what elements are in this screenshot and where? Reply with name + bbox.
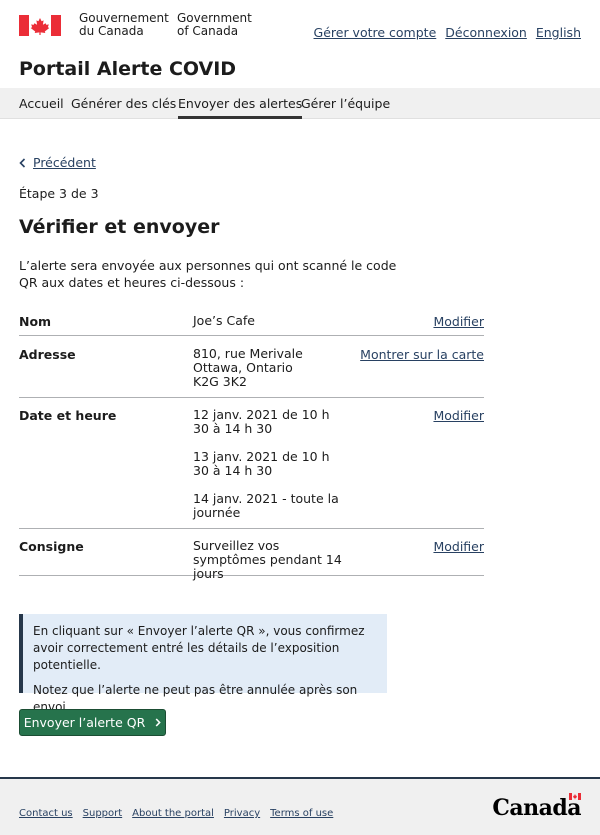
nav-item-generate-keys[interactable]: Générer des clés bbox=[71, 96, 176, 111]
app-title: Portail Alerte COVID bbox=[19, 58, 237, 80]
summary-row-instruction: Consigne Surveillez vos symptômes pendan… bbox=[19, 532, 484, 581]
summary-value: Joe’s Cafe bbox=[193, 313, 255, 328]
summary-value: 810, rue Merivale Ottawa, Ontario K2G 3K… bbox=[193, 346, 303, 389]
chevron-right-icon bbox=[155, 718, 161, 727]
gov-name-english: Government of Canada bbox=[177, 11, 252, 38]
summary-key: Nom bbox=[19, 314, 52, 329]
step-indicator: Étape 3 de 3 bbox=[19, 186, 99, 201]
send-qr-alert-button[interactable]: Envoyer l’alerte QR bbox=[19, 709, 166, 736]
summary-row-address: Adresse 810, rue Merivale Ottawa, Ontari… bbox=[19, 340, 484, 398]
edit-instruction-link[interactable]: Modifier bbox=[433, 539, 484, 554]
language-toggle-link[interactable]: English bbox=[536, 25, 581, 40]
gc-header: Gouvernement du Canada Government of Can… bbox=[0, 0, 600, 50]
date-entry: 13 janv. 2021 de 10 h 30 à 14 h 30 bbox=[193, 449, 330, 478]
summary-value: Surveillez vos symptômes pendant 14 jour… bbox=[193, 538, 342, 581]
intro-text: L’alerte sera envoyée aux personnes qui … bbox=[19, 258, 397, 290]
summary-row-datetime: Date et heure 12 janv. 2021 de 10 h 30 à… bbox=[19, 401, 484, 529]
nav-item-home[interactable]: Accueil bbox=[19, 96, 64, 111]
canada-wordmark: Canada bbox=[492, 793, 581, 821]
page-title: Vérifier et envoyer bbox=[19, 216, 220, 238]
date-entry: 14 janv. 2021 - toute la journée bbox=[193, 491, 339, 520]
nav-item-manage-team[interactable]: Gérer l’équipe bbox=[301, 96, 390, 111]
summary-row-name: Nom Joe’s Cafe Modifier bbox=[19, 307, 484, 336]
canada-flag-icon bbox=[19, 15, 61, 36]
main-nav: Accueil Générer des clés Envoyer des ale… bbox=[0, 88, 600, 119]
nav-item-send-alerts[interactable]: Envoyer des alertes bbox=[178, 96, 303, 119]
manage-account-link[interactable]: Gérer votre compte bbox=[314, 25, 437, 40]
back-link-label: Précédent bbox=[33, 155, 96, 170]
footer-support-link[interactable]: Support bbox=[83, 808, 123, 819]
back-link[interactable]: Précédent bbox=[19, 155, 96, 170]
show-on-map-link[interactable]: Montrer sur la carte bbox=[360, 347, 484, 362]
send-button-label: Envoyer l’alerte QR bbox=[23, 715, 146, 730]
summary-key: Consigne bbox=[19, 539, 84, 554]
footer-terms-link[interactable]: Terms of use bbox=[270, 808, 333, 819]
summary-value: 12 janv. 2021 de 10 h 30 à 14 h 30 13 ja… bbox=[193, 408, 343, 520]
site-footer: Contact us Support About the portal Priv… bbox=[0, 777, 600, 835]
gov-name-french: Gouvernement du Canada bbox=[79, 11, 169, 38]
wordmark-flag-icon bbox=[569, 793, 581, 800]
account-links: Gérer votre compte Déconnexion English bbox=[314, 25, 581, 40]
footer-about-link[interactable]: About the portal bbox=[132, 808, 214, 819]
footer-privacy-link[interactable]: Privacy bbox=[224, 808, 260, 819]
edit-datetime-link[interactable]: Modifier bbox=[433, 408, 484, 423]
summary-key: Adresse bbox=[19, 347, 76, 362]
footer-contact-link[interactable]: Contact us bbox=[19, 808, 73, 819]
summary-key: Date et heure bbox=[19, 408, 117, 423]
date-entry: 12 janv. 2021 de 10 h 30 à 14 h 30 bbox=[193, 407, 330, 436]
footer-links: Contact us Support About the portal Priv… bbox=[19, 808, 333, 819]
logout-link[interactable]: Déconnexion bbox=[445, 25, 527, 40]
edit-name-link[interactable]: Modifier bbox=[433, 314, 484, 329]
chevron-left-icon bbox=[19, 157, 26, 168]
confirmation-notice: En cliquant sur « Envoyer l’alerte QR »,… bbox=[19, 614, 387, 714]
notice-text: En cliquant sur « Envoyer l’alerte QR »,… bbox=[33, 624, 365, 672]
